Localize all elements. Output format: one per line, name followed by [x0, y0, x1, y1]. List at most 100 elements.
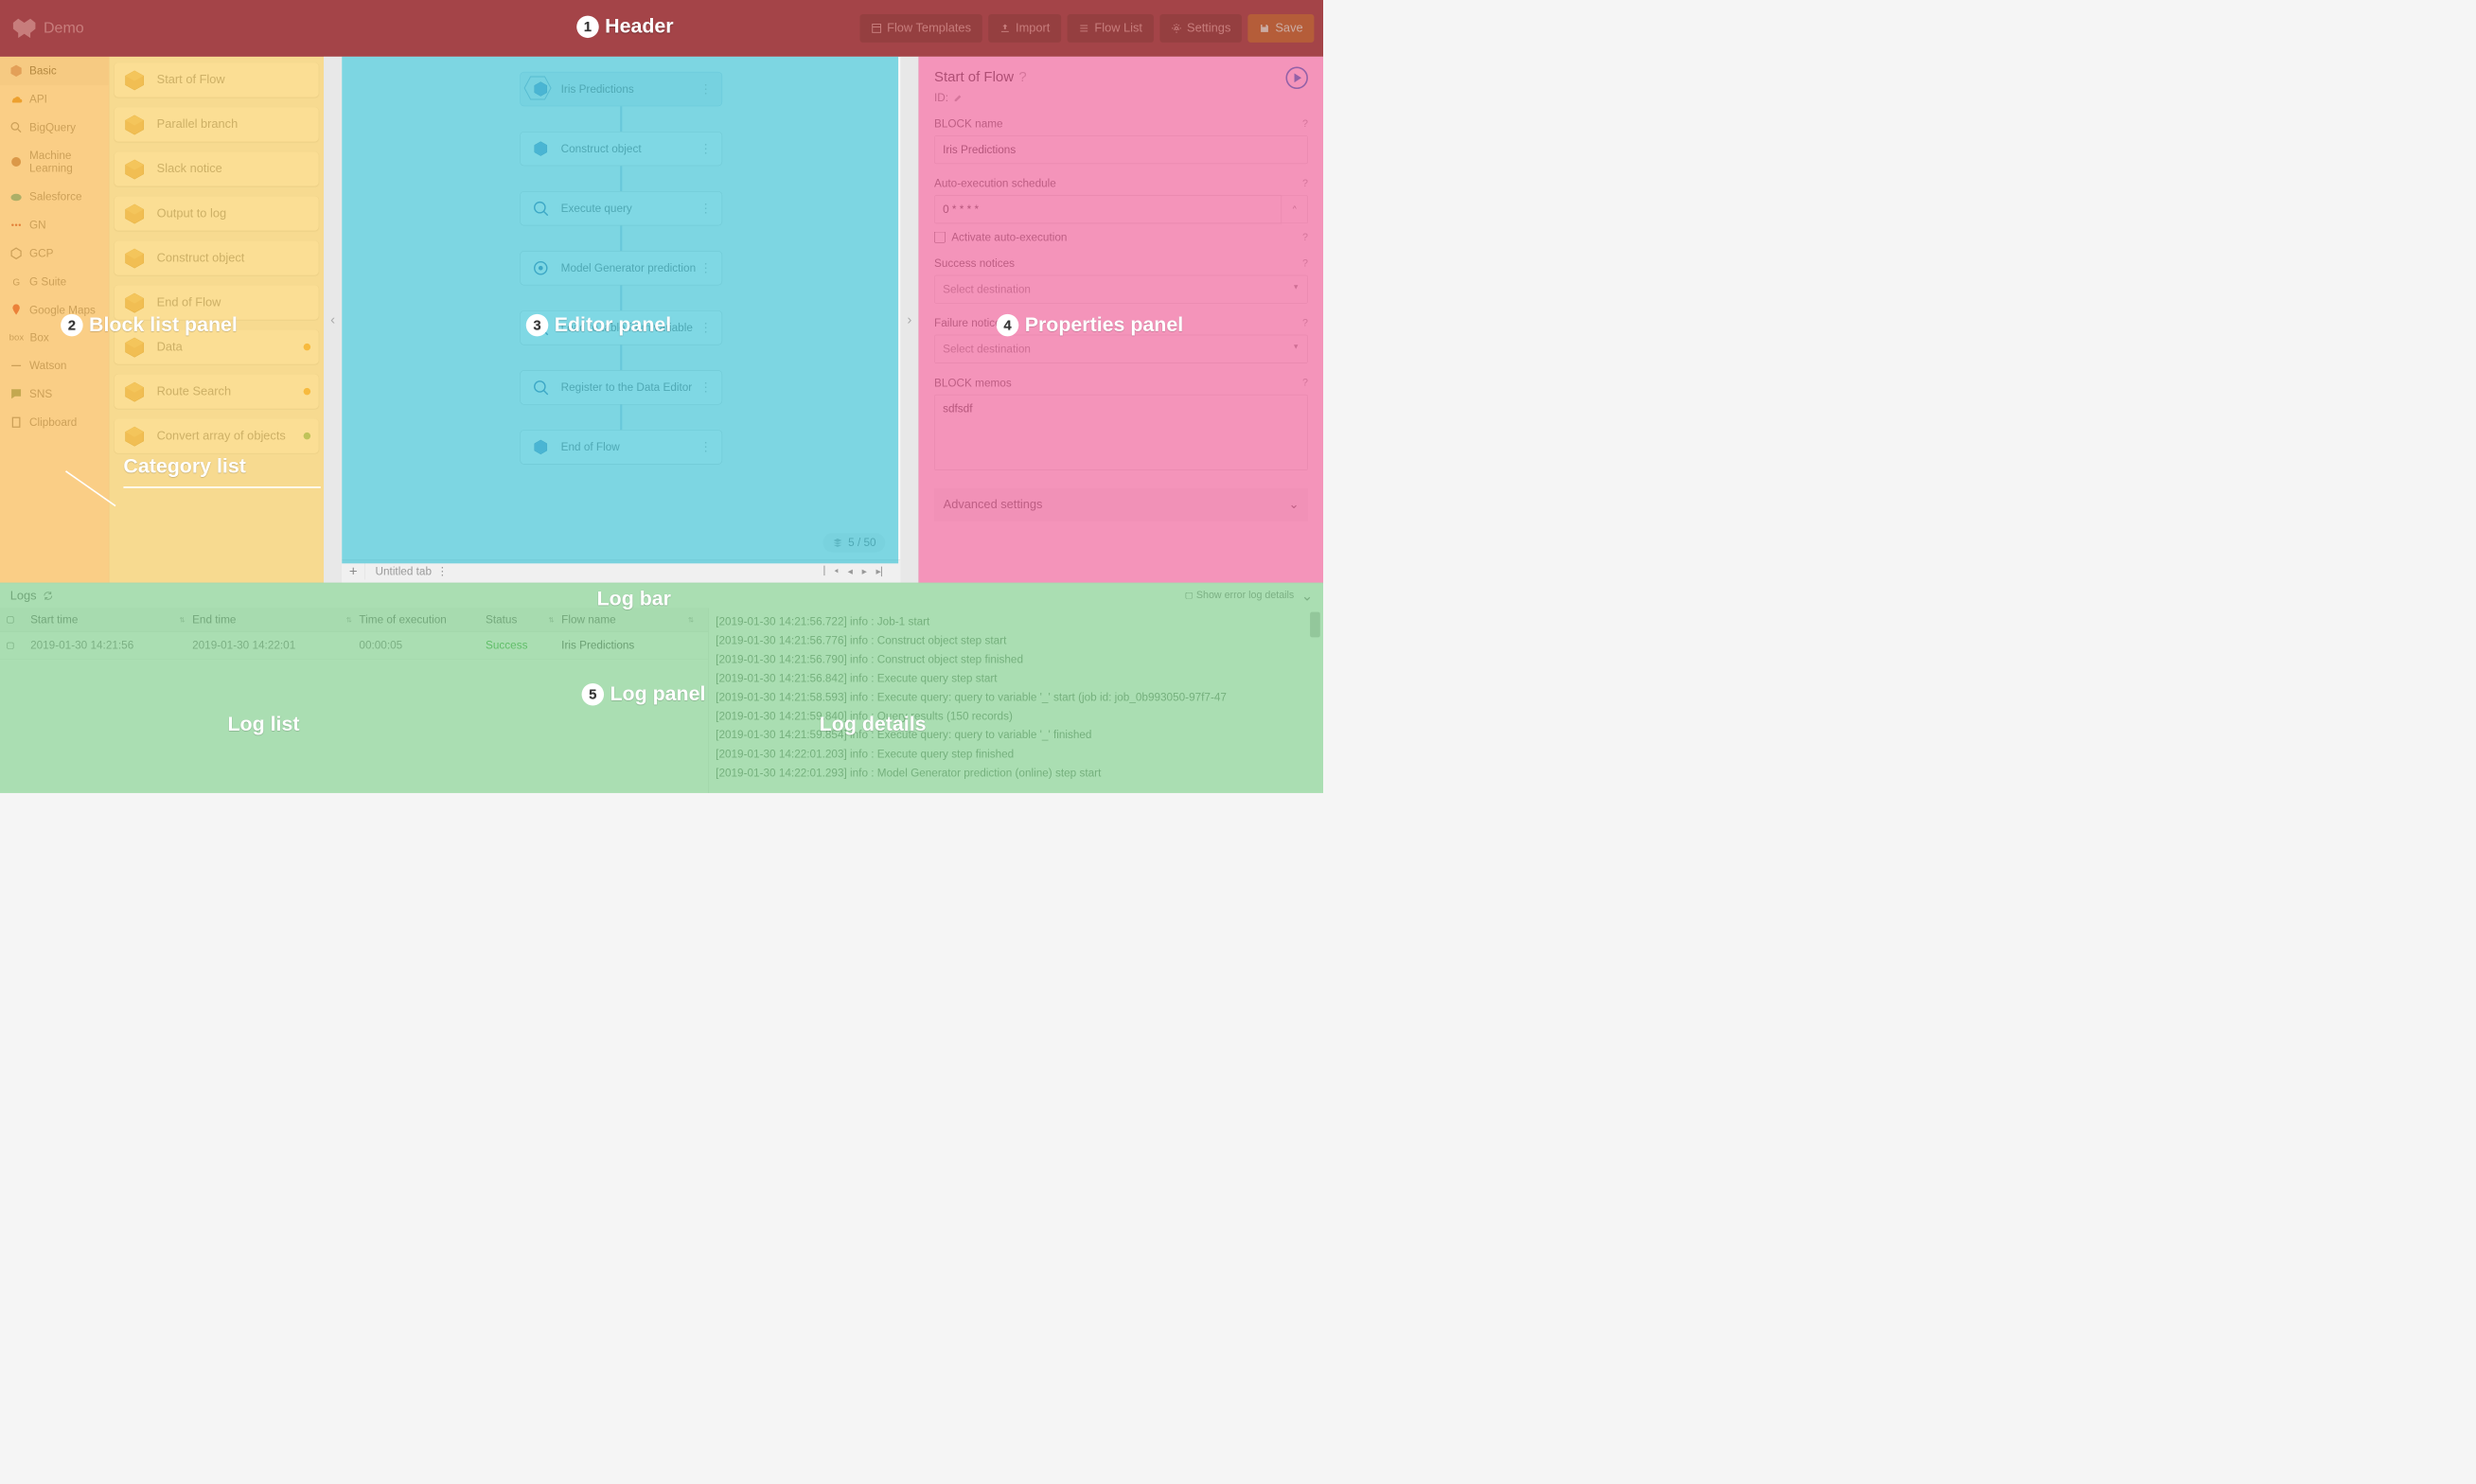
tab-last-icon[interactable]: ▸⎸	[876, 565, 892, 577]
category-ml[interactable]: Machine Learning	[0, 142, 109, 183]
logo: Demo	[12, 18, 84, 39]
cube-icon	[121, 156, 148, 183]
block-item[interactable]: Route Search	[115, 374, 319, 408]
row-checkbox[interactable]	[7, 643, 13, 649]
flow-connector	[620, 225, 622, 251]
cloud-icon	[9, 92, 24, 106]
help-icon[interactable]: ?	[1302, 231, 1308, 242]
category-gn[interactable]: GN	[0, 211, 109, 239]
flow-templates-button[interactable]: Flow Templates	[859, 14, 982, 43]
node-label: Construct object	[561, 142, 697, 155]
svg-text:G: G	[12, 277, 20, 288]
sort-icon[interactable]: ⇅	[548, 615, 554, 624]
category-api[interactable]: API	[0, 85, 109, 114]
success-select[interactable]: Select destination	[934, 275, 1308, 304]
category-clipboard[interactable]: Clipboard	[0, 408, 109, 436]
list-icon	[1078, 23, 1089, 34]
flow-node[interactable]: Model Generator prediction⋮	[520, 251, 722, 285]
help-icon[interactable]: ?	[1018, 69, 1026, 85]
category-gsuite[interactable]: GG Suite	[0, 268, 109, 296]
node-menu-icon[interactable]: ⋮	[697, 141, 715, 155]
node-menu-icon[interactable]: ⋮	[697, 440, 715, 454]
add-tab-button[interactable]: +	[342, 563, 365, 579]
log-line: [2019-01-30 14:21:56.790] info : Constru…	[716, 650, 1316, 669]
save-icon	[1259, 23, 1270, 34]
log-line: [2019-01-30 14:21:59.840] info : Query r…	[716, 707, 1316, 726]
settings-button[interactable]: Settings	[1159, 14, 1242, 43]
scrollbar-thumb[interactable]	[1310, 612, 1320, 638]
save-button[interactable]: Save	[1248, 14, 1315, 43]
memos-textarea[interactable]	[934, 395, 1308, 470]
log-detail-pane[interactable]: [2019-01-30 14:21:56.722] info : Job-1 s…	[708, 608, 1323, 793]
activate-checkbox[interactable]	[934, 232, 946, 243]
category-basic[interactable]: Basic	[0, 57, 109, 85]
node-menu-icon[interactable]: ⋮	[697, 380, 715, 395]
flow-list-button[interactable]: Flow List	[1068, 14, 1154, 43]
flow-node[interactable]: End of Flow⋮	[520, 430, 722, 464]
node-menu-icon[interactable]: ⋮	[697, 321, 715, 335]
advanced-settings-toggle[interactable]: Advanced settings⌄	[934, 488, 1308, 521]
help-icon[interactable]: ?	[1302, 118, 1308, 130]
node-menu-icon[interactable]: ⋮	[697, 201, 715, 215]
annotation-category: Category list	[123, 455, 245, 478]
node-menu-icon[interactable]: ⋮	[697, 81, 715, 96]
block-item[interactable]: Output to log	[115, 196, 319, 230]
flow-node[interactable]: Register to the Data Editor⋮	[520, 370, 722, 404]
cube-icon	[121, 334, 148, 361]
block-item[interactable]: Convert array of objects	[115, 418, 319, 452]
block-name-input[interactable]	[934, 135, 1308, 164]
help-icon[interactable]: ?	[1302, 317, 1308, 328]
annotation-logpanel: 5Log panel	[582, 682, 706, 705]
category-sns[interactable]: SNS	[0, 380, 109, 408]
node-label: Iris Predictions	[561, 82, 697, 96]
block-item[interactable]: Start of Flow	[115, 62, 319, 97]
sort-icon[interactable]: ⇅	[346, 615, 352, 624]
log-header-end[interactable]: End time⇅	[192, 613, 359, 627]
cube-icon	[121, 290, 148, 316]
select-all-checkbox[interactable]	[7, 616, 13, 623]
node-menu-icon[interactable]: ⋮	[697, 260, 715, 274]
edit-icon[interactable]	[953, 93, 964, 103]
sort-icon[interactable]: ⇅	[688, 615, 694, 624]
tab-menu-icon[interactable]: ⋮	[436, 565, 448, 578]
flow-node[interactable]: Construct object⋮	[520, 132, 722, 166]
category-gcp[interactable]: GCP	[0, 239, 109, 268]
block-item[interactable]: Parallel branch	[115, 107, 319, 141]
block-item[interactable]: Construct object	[115, 240, 319, 274]
tab-next-icon[interactable]: ▸	[862, 565, 867, 577]
help-icon[interactable]: ?	[1302, 178, 1308, 189]
chevron-down-icon[interactable]: ⌄	[1301, 587, 1314, 604]
collapse-left-handle[interactable]: ‹	[324, 57, 342, 583]
log-header-status[interactable]: Status⇅	[486, 613, 561, 627]
pin-icon	[9, 303, 24, 317]
import-button[interactable]: Import	[988, 14, 1061, 43]
help-icon[interactable]: ?	[1302, 257, 1308, 269]
failure-select[interactable]: Select destination	[934, 335, 1308, 363]
clipboard-icon	[9, 415, 24, 430]
help-icon[interactable]: ?	[1302, 377, 1308, 388]
schedule-input[interactable]	[934, 195, 1282, 223]
block-item[interactable]: Slack notice	[115, 151, 319, 186]
tab-first-icon[interactable]: ⎸◂	[823, 565, 839, 577]
category-watson[interactable]: Watson	[0, 351, 109, 380]
refresh-icon[interactable]	[43, 590, 54, 601]
log-line: [2019-01-30 14:21:56.776] info : Constru…	[716, 631, 1316, 650]
flow-node[interactable]: Iris Predictions⋮	[520, 72, 722, 106]
editor-tab[interactable]: Untitled tab⋮	[365, 560, 458, 583]
log-row[interactable]: 2019-01-30 14:21:56 2019-01-30 14:22:01 …	[0, 631, 708, 659]
block-label: Route Search	[157, 384, 231, 398]
node-count-badge: 5 / 50	[822, 533, 885, 552]
category-bigquery[interactable]: BigQuery	[0, 114, 109, 142]
log-header-duration[interactable]: Time of execution	[359, 613, 486, 627]
category-salesforce[interactable]: Salesforce	[0, 183, 109, 211]
schedule-expand-button[interactable]: ^	[1282, 195, 1308, 223]
log-header-start[interactable]: Start time⇅	[30, 613, 192, 627]
brain-icon	[9, 155, 24, 169]
run-button[interactable]	[1285, 67, 1308, 90]
log-header-flow[interactable]: Flow name⇅	[561, 613, 700, 627]
tab-prev-icon[interactable]: ◂	[848, 565, 853, 577]
show-errors-checkbox[interactable]	[1186, 592, 1193, 599]
collapse-right-handle[interactable]: ›	[900, 57, 918, 583]
sort-icon[interactable]: ⇅	[179, 615, 185, 624]
flow-node[interactable]: Execute query⋮	[520, 191, 722, 225]
